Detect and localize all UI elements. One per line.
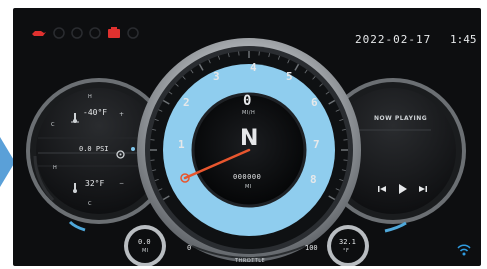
warning-icons-row bbox=[31, 27, 139, 39]
right-gauge-accent-arc bbox=[384, 221, 407, 233]
tick-label-4: 4 bbox=[250, 61, 257, 74]
dashboard-panel: 2022-02-17 1:45 1 2 3 4 5 6 7 8 0 MI/H N… bbox=[13, 8, 481, 266]
ambient-value: 32.1 bbox=[339, 238, 356, 246]
wifi-icon bbox=[457, 244, 471, 256]
odometer-unit: MI bbox=[245, 184, 252, 190]
engine-thermometer-icon bbox=[71, 178, 79, 193]
oil-pressure-icon bbox=[32, 31, 46, 36]
trip-unit: MI bbox=[142, 248, 149, 254]
throttle-min: 0 bbox=[187, 244, 192, 252]
abs-icon bbox=[89, 27, 101, 39]
engine-temp-high-mark: H bbox=[53, 165, 58, 171]
tick-label-2: 2 bbox=[183, 96, 190, 109]
time-display: 1:45 bbox=[450, 33, 477, 46]
tick-label-6: 6 bbox=[311, 96, 318, 109]
outside-temp-plus: + bbox=[119, 111, 125, 118]
throttle-max: 100 bbox=[305, 244, 318, 252]
left-gauge-accent-arc bbox=[68, 220, 86, 232]
now-playing-label: NOW PLAYING bbox=[374, 115, 428, 122]
tick-label-8: 8 bbox=[310, 173, 317, 186]
tick-label-7: 7 bbox=[313, 138, 320, 151]
throttle-label: THROTTLE bbox=[235, 258, 266, 264]
media-controls bbox=[378, 184, 427, 194]
engine-check-icon bbox=[108, 27, 120, 38]
gear-warning-icon bbox=[127, 27, 139, 39]
outside-temp-high-mark: H bbox=[88, 94, 93, 100]
thermometer-icon bbox=[71, 108, 79, 123]
previous-track-icon[interactable] bbox=[378, 185, 386, 193]
traction-icon bbox=[71, 27, 83, 39]
tick-label-1: 1 bbox=[178, 138, 185, 151]
speed-value: 0 bbox=[243, 93, 252, 109]
trip-value: 0.0 bbox=[138, 238, 151, 246]
speed-unit: MI/H bbox=[242, 110, 256, 116]
next-track-icon[interactable] bbox=[419, 185, 427, 193]
outside-temp-cold-mark: C bbox=[51, 122, 55, 128]
gear-indicator: N bbox=[240, 126, 259, 151]
pressure-value: 0.0 PSI bbox=[79, 145, 109, 153]
tire-pressure-gauge-icon bbox=[116, 144, 125, 159]
play-icon[interactable] bbox=[398, 184, 407, 194]
engine-temp-value: 32°F bbox=[85, 179, 105, 188]
tick-label-3: 3 bbox=[213, 70, 220, 83]
engine-temp-cold-mark: C bbox=[88, 201, 92, 207]
engine-temp-minus: − bbox=[119, 180, 125, 187]
date-display: 2022-02-17 bbox=[355, 33, 432, 46]
tick-label-5: 5 bbox=[286, 70, 293, 83]
odometer-value: 000000 bbox=[233, 173, 262, 181]
outside-temp-value: -40°F bbox=[83, 108, 108, 117]
ambient-unit: °F bbox=[343, 248, 350, 254]
tire-pressure-icon bbox=[53, 27, 65, 39]
pressure-status-dot bbox=[131, 147, 135, 151]
